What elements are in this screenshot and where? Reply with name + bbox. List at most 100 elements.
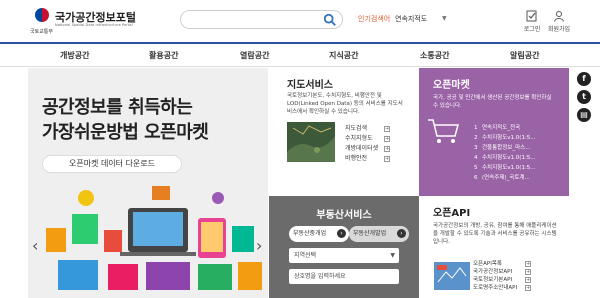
plus-icon[interactable]: +: [525, 269, 532, 275]
open-market-item[interactable]: 5 수치지형도v1.0(1:5...: [474, 163, 536, 173]
search-box: [180, 10, 343, 29]
open-api-desc: 국가공간정보의 개방, 공유, 참여를 통해 애플리케이션을 개발할 수 있도록…: [433, 223, 557, 245]
hero-illustration: [46, 186, 262, 290]
business-name-input[interactable]: 상호명을 입력하세요: [289, 269, 399, 284]
item-text: 수치지형도v1.0(1:5...: [482, 155, 536, 161]
map-service-desc: 국토정보기본도, 수치지형도, 비행안전 및 LOD(Linked Open D…: [287, 93, 403, 115]
nav-item-open-space[interactable]: 개방공간: [60, 50, 89, 61]
open-market-item[interactable]: 6 (연속주제)_국토계...: [474, 173, 536, 183]
chevron-down-icon: ▼: [390, 252, 395, 259]
api-link[interactable]: 국토정보기본API +: [473, 276, 532, 284]
open-market-item[interactable]: 1 연속지적도_전국: [474, 123, 536, 133]
api-link-label: 국토정보기본API: [473, 277, 513, 283]
print-icon[interactable]: ▤: [577, 108, 591, 122]
logo-subtitle: National Spatial Data Infrastructure Por…: [55, 23, 133, 27]
plus-icon[interactable]: +: [384, 126, 391, 132]
api-link-label: 오픈API목록: [473, 261, 502, 267]
plus-icon[interactable]: +: [525, 261, 532, 267]
chevron-down-icon[interactable]: ▼: [442, 15, 447, 22]
map-link-flight-label: 비행안전: [345, 155, 368, 162]
hero-title-line1: 공간정보를 취득하는: [42, 97, 193, 118]
map-link-search[interactable]: 지도검색 +: [345, 124, 391, 134]
api-thumbnail: [434, 262, 470, 290]
rank-number: 1: [474, 125, 478, 131]
search-input[interactable]: [189, 13, 319, 26]
open-market-item[interactable]: 4 수치지형도v1.0(1:5...: [474, 153, 536, 163]
plus-icon[interactable]: +: [384, 156, 391, 162]
open-market-panel: 오픈마켓 국가, 공공 및 민간에서 생산된 공간정보를 확인하실 수 있습니다…: [419, 68, 569, 196]
nav-item-knowledge-space[interactable]: 지식공간: [329, 50, 358, 61]
tab-brokerage-label: 부동산중개업: [293, 230, 327, 237]
login-label: 로그인: [523, 26, 541, 33]
nav-item-notice-space[interactable]: 알림공간: [510, 50, 539, 61]
site-header: 국가공간정보포털 National Spatial Data Infrastru…: [0, 0, 600, 42]
shopping-cart-icon: [428, 119, 459, 143]
item-text: 연속지적도_전국: [482, 125, 521, 131]
signup-button[interactable]: 회원가입: [544, 10, 574, 33]
item-text: (연속주제)_국토계...: [482, 175, 530, 181]
plus-icon[interactable]: +: [384, 146, 391, 152]
login-icon: [526, 10, 537, 22]
map-service-panel: 지도서비스 국토정보기본도, 수치지형도, 비행안전 및 LOD(Linked …: [269, 68, 419, 196]
api-link[interactable]: 도로명주소안내API +: [473, 284, 532, 292]
map-link-search-label: 지도검색: [345, 125, 368, 132]
item-text: 수치지형도v1.0(1:5...: [482, 135, 536, 141]
nav-item-view-space[interactable]: 열람공간: [240, 50, 269, 61]
signup-label: 회원가입: [547, 26, 571, 33]
business-name-placeholder: 상호명을 입력하세요: [294, 273, 346, 280]
plus-icon[interactable]: +: [525, 277, 532, 283]
api-link-label: 도로명주소안내API: [473, 285, 518, 291]
hero-next-arrow[interactable]: ›: [256, 236, 262, 255]
nav-item-utilization-space[interactable]: 활용공간: [149, 50, 178, 61]
open-api-title[interactable]: 오픈API: [433, 204, 470, 219]
popular-search-keyword[interactable]: 연속지적도: [395, 14, 427, 24]
ministry-name: 국토교통부: [30, 29, 54, 35]
map-link-topo[interactable]: 수치지형도 +: [345, 134, 391, 144]
arrow-right-icon: ›: [337, 229, 346, 238]
search-icon[interactable]: [323, 13, 337, 27]
tab-development[interactable]: 부동산개발업 ›: [349, 226, 409, 242]
tab-development-label: 부동산개발업: [353, 230, 387, 237]
rank-number: 4: [474, 155, 478, 161]
nav-item-communication-space[interactable]: 소통공간: [420, 50, 449, 61]
hero-prev-arrow[interactable]: ‹: [32, 236, 38, 255]
open-market-item[interactable]: 2 수치지형도v1.0(1:5...: [474, 133, 536, 143]
open-api-panel: 오픈API 국가공간정보의 개방, 공유, 참여를 통해 애플리케이션을 개발할…: [419, 196, 569, 298]
main-nav: 개방공간 활용공간 열람공간 지식공간 소통공간 알림공간: [0, 42, 600, 67]
facebook-icon[interactable]: f: [577, 72, 591, 86]
map-thumbnail: [287, 122, 335, 162]
real-estate-panel: 부동산서비스 부동산중개업 › 부동산개발업 › 지역선택 ▼ 상호명을 입력하…: [269, 196, 419, 298]
open-market-item[interactable]: 3 건물통합정보_마스...: [474, 143, 536, 153]
api-link-label: 국가공간정보API: [473, 269, 513, 275]
open-market-download-button[interactable]: 오픈마켓 데이터 다운로드: [42, 155, 182, 173]
map-service-links: 지도검색 + 수치지형도 + 개방데이터셋 + 비행안전 +: [345, 124, 391, 164]
region-select[interactable]: 지역선택 ▼: [289, 248, 399, 263]
map-link-dataset[interactable]: 개방데이터셋 +: [345, 144, 391, 154]
api-link[interactable]: 오픈API목록 +: [473, 260, 532, 268]
rank-number: 5: [474, 165, 478, 171]
region-select-label: 지역선택: [294, 252, 317, 259]
api-link[interactable]: 국가공간정보API +: [473, 268, 532, 276]
user-icon: [554, 11, 564, 22]
map-link-flight[interactable]: 비행안전 +: [345, 154, 391, 164]
open-market-rank-list: 1 연속지적도_전국 2 수치지형도v1.0(1:5... 3 건물통합정보_마스..…: [474, 123, 536, 183]
government-emblem-icon: [35, 8, 49, 22]
tab-brokerage[interactable]: 부동산중개업 ›: [289, 226, 349, 242]
map-link-topo-label: 수치지형도: [345, 135, 373, 142]
popular-search-label: 인기검색어: [358, 15, 391, 23]
twitter-icon[interactable]: t: [577, 90, 591, 104]
hero-banner: 공간정보를 취득하는 가장쉬운방법 오픈마켓 오픈마켓 데이터 다운로드 ‹ ›: [28, 68, 268, 298]
open-market-desc: 국가, 공공 및 민간에서 생산된 공간정보를 확인하실 수 있습니다.: [433, 95, 552, 109]
item-text: 수치지형도v1.0(1:5...: [482, 165, 536, 171]
rank-number: 3: [474, 145, 478, 151]
real-estate-title: 부동산서비스: [316, 210, 372, 221]
map-service-title: 지도서비스: [287, 80, 333, 91]
open-api-links: 오픈API목록 + 국가공간정보API + 국토정보기본API + 도로명주소안내AP…: [473, 260, 532, 292]
login-button[interactable]: 로그인: [517, 10, 547, 33]
open-market-title[interactable]: 오픈마켓: [433, 76, 470, 91]
plus-icon[interactable]: +: [384, 136, 391, 142]
rank-number: 6: [474, 175, 478, 181]
plus-icon[interactable]: +: [525, 285, 532, 291]
map-link-dataset-label: 개방데이터셋: [345, 145, 379, 152]
site-logo[interactable]: 국가공간정보포털 National Spatial Data Infrastru…: [30, 5, 140, 37]
